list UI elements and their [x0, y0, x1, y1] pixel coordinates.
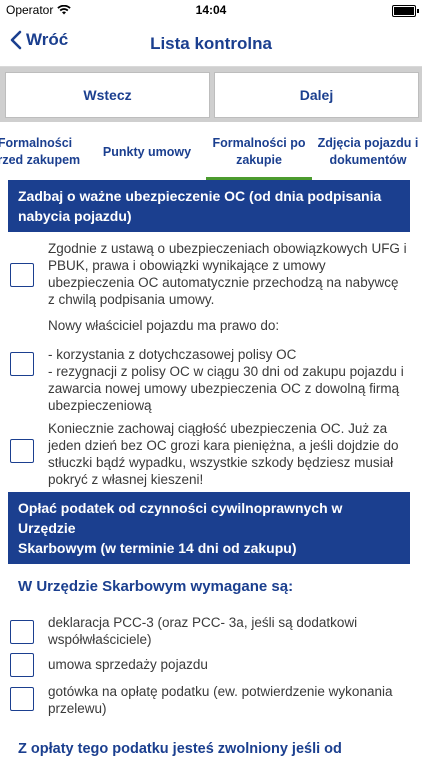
text-line: Koniecznie zachowaj ciągłość ubezpieczen… — [48, 421, 388, 436]
checklist-item-text: gotówka na opłatę podatku (ew. potwierdz… — [48, 683, 414, 717]
tab-label-line: zakupie — [236, 153, 282, 167]
section-header-tax: Opłać podatek od czynności cywilnoprawny… — [8, 492, 410, 564]
section-header-line: nabycia pojazdu) — [18, 208, 132, 224]
text-line: PBUK, prawa i obowiązki wynikające z umo… — [48, 258, 326, 273]
tab-label-line: przed zakupem — [0, 153, 81, 167]
text-line: gotówka na opłatę podatku (ew. potwierdz… — [48, 684, 393, 699]
text-line: umowa sprzedaży pojazdu — [48, 657, 208, 672]
text-line: Zgodnie z ustawą o ubezpieczeniach obowi… — [48, 241, 407, 256]
section-header-oc-insurance: Zadbaj o ważne ubezpieczenie OC (od dnia… — [8, 180, 410, 232]
checklist-item-text: umowa sprzedaży pojazdu — [48, 656, 414, 673]
tab-label-line: dokumentów — [329, 153, 407, 167]
battery-icon — [392, 5, 419, 17]
tab-vehicle-photos[interactable]: Zdjęcia pojazdu i dokumentów — [317, 124, 419, 180]
tab-label-line: Punkty umowy — [102, 144, 192, 159]
text-line: z chwilą podpisania umowy. — [48, 292, 215, 307]
tab-bar: Formalności przed zakupem Punkty umowy Fo… — [0, 124, 422, 180]
pager-bar: Wstecz Dalej — [0, 67, 422, 122]
tax-exemption-text: Z opłaty tego podatku jesteś zwolniony j… — [18, 741, 342, 757]
text-line: zawarcia nowej umowy ubezpieczenia OC z … — [48, 381, 400, 396]
text-line: ubezpieczenia OC automatycznie przechodz… — [48, 275, 399, 290]
next-button[interactable]: Dalej — [214, 72, 419, 118]
tab-label-line: Zdjęcia pojazdu i — [317, 136, 419, 151]
text-line: - korzystania z dotychczasowej polisy OC — [48, 347, 297, 362]
checklist-item-text: Zgodnie z ustawą o ubezpieczeniach obowi… — [48, 240, 414, 308]
previous-button[interactable]: Wstecz — [5, 72, 210, 118]
status-time: 14:04 — [195, 3, 227, 17]
checklist-item-text: deklaracja PCC-3 (oraz PCC- 3a, jeśli są… — [48, 614, 414, 648]
checkbox[interactable] — [10, 439, 34, 463]
status-bar: Operator 14:04 — [0, 0, 422, 20]
rights-intro: Nowy właściciel pojazdu ma prawo do: — [48, 318, 280, 333]
text-line: ubezpieczeniową — [48, 398, 152, 413]
tab-label-line: Formalności — [0, 136, 73, 151]
navigation-bar: Wróć Lista kontrolna — [0, 20, 422, 67]
checklist-item-text: - korzystania z dotychczasowej polisy OC… — [48, 346, 414, 414]
section-header-line: Opłać podatek od czynności cywilnoprawny… — [18, 500, 343, 536]
tab-formalities-before-purchase[interactable]: Formalności przed zakupem — [0, 124, 80, 180]
checkbox[interactable] — [10, 687, 34, 711]
tab-contract-points[interactable]: Punkty umowy — [100, 124, 194, 180]
text-line: jeden dzień bez OC grozi kara pieniężna,… — [48, 438, 399, 453]
text-line: przelewu) — [48, 701, 107, 716]
checkbox[interactable] — [10, 653, 34, 677]
text-line: deklaracja PCC-3 (oraz PCC- 3a, jeśli są… — [48, 615, 358, 630]
page-title: Lista kontrolna — [150, 34, 272, 53]
checkbox[interactable] — [10, 620, 34, 644]
section-header-line: Zadbaj o ważne ubezpieczenie OC (od dnia… — [18, 188, 382, 204]
checkbox[interactable] — [10, 263, 34, 287]
text-line: pokryć z własnej kieszeni! — [48, 472, 204, 487]
section-header-line: Skarbowym (w terminie 14 dni od zakupu) — [18, 540, 297, 556]
checkbox[interactable] — [10, 352, 34, 376]
text-line: - rezygnacji z polisy OC w ciągu 30 dni … — [48, 364, 404, 379]
tax-office-subheading: W Urzędzie Skarbowym wymagane są: — [18, 578, 294, 595]
tab-label-line: Formalności po — [212, 136, 306, 151]
checklist-item-text: Koniecznie zachowaj ciągłość ubezpieczen… — [48, 420, 414, 488]
tab-formalities-after-purchase[interactable]: Formalności po zakupie — [206, 124, 312, 180]
text-line: współwłaściciele) — [48, 632, 152, 647]
text-line: stłuczki bądź wypadku, wszystkie szkody … — [48, 455, 394, 470]
